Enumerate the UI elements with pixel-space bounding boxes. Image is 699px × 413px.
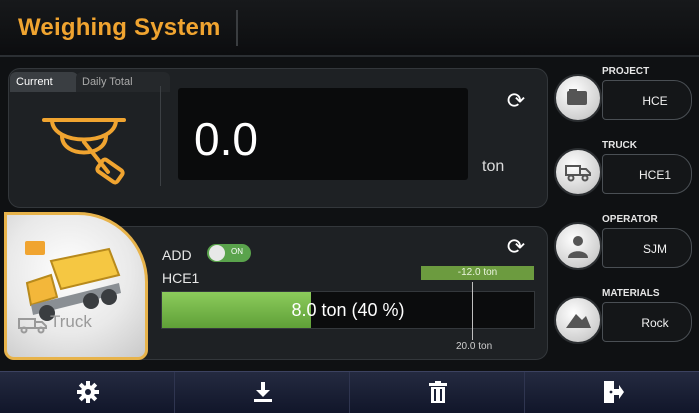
bottom-toolbar xyxy=(0,371,699,413)
weight-value: 0.0 xyxy=(194,113,258,165)
add-label: ADD xyxy=(162,247,192,263)
truck-card[interactable] xyxy=(4,212,148,360)
exit-button[interactable] xyxy=(525,372,699,413)
project-field[interactable]: HCE xyxy=(602,80,692,120)
truck-field[interactable]: HCE1 xyxy=(602,154,692,194)
project-button[interactable] xyxy=(554,74,602,122)
truck-icon xyxy=(565,165,591,182)
materials-label: MATERIALS xyxy=(602,288,660,299)
title-divider xyxy=(236,10,238,46)
app-header: Weighing System xyxy=(0,0,699,57)
truck-outline-icon xyxy=(18,318,47,334)
materials-field[interactable]: Rock xyxy=(602,302,692,342)
toggle-knob xyxy=(209,245,225,261)
project-selector: PROJECT HCE xyxy=(554,66,694,138)
project-icon xyxy=(567,89,587,105)
settings-icon xyxy=(77,381,99,403)
truck-button[interactable] xyxy=(554,148,602,196)
delete-icon xyxy=(429,381,447,403)
capacity-marker xyxy=(472,282,473,340)
add-toggle[interactable]: ON xyxy=(207,244,251,262)
materials-value: Rock xyxy=(641,316,669,330)
operator-icon xyxy=(568,236,588,258)
truck-selector: TRUCK HCE1 xyxy=(554,140,694,212)
settings-button[interactable] xyxy=(0,372,175,413)
panel-divider xyxy=(160,86,161,186)
download-button[interactable] xyxy=(175,372,350,413)
operator-field[interactable]: SJM xyxy=(602,228,692,268)
exit-icon xyxy=(604,381,624,403)
delete-button[interactable] xyxy=(350,372,525,413)
scale-icon xyxy=(42,118,126,185)
truck-label: TRUCK xyxy=(602,140,637,151)
materials-icon xyxy=(566,314,591,328)
operator-label: OPERATOR xyxy=(602,214,658,225)
project-label: PROJECT xyxy=(602,66,650,77)
operator-value: SJM xyxy=(643,242,667,256)
current-truck-name: HCE1 xyxy=(162,270,200,286)
load-progress-bar: 8.0 ton (40 %) xyxy=(161,291,535,329)
remaining-capacity-badge: -12.0 ton xyxy=(421,266,534,280)
load-progress-text: 8.0 ton (40 %) xyxy=(291,300,405,320)
download-icon xyxy=(254,382,272,402)
tab-current[interactable]: Current xyxy=(10,72,78,92)
materials-button[interactable] xyxy=(554,296,602,344)
app-title: Weighing System xyxy=(18,14,221,41)
project-value: HCE xyxy=(642,94,668,108)
refresh-load-icon[interactable]: ⟳ xyxy=(505,236,527,258)
weight-unit: ton xyxy=(482,158,505,175)
materials-selector: MATERIALS Rock xyxy=(554,288,694,360)
truck-value: HCE1 xyxy=(638,168,671,182)
refresh-weight-icon[interactable]: ⟳ xyxy=(505,90,527,112)
tab-daily-total[interactable]: Daily Total xyxy=(76,72,170,92)
truck-card-label: Truck xyxy=(50,312,92,331)
capacity-label: 20.0 ton xyxy=(456,341,493,352)
operator-button[interactable] xyxy=(554,222,602,270)
operator-selector: OPERATOR SJM xyxy=(554,214,694,286)
toggle-state: ON xyxy=(231,247,243,256)
